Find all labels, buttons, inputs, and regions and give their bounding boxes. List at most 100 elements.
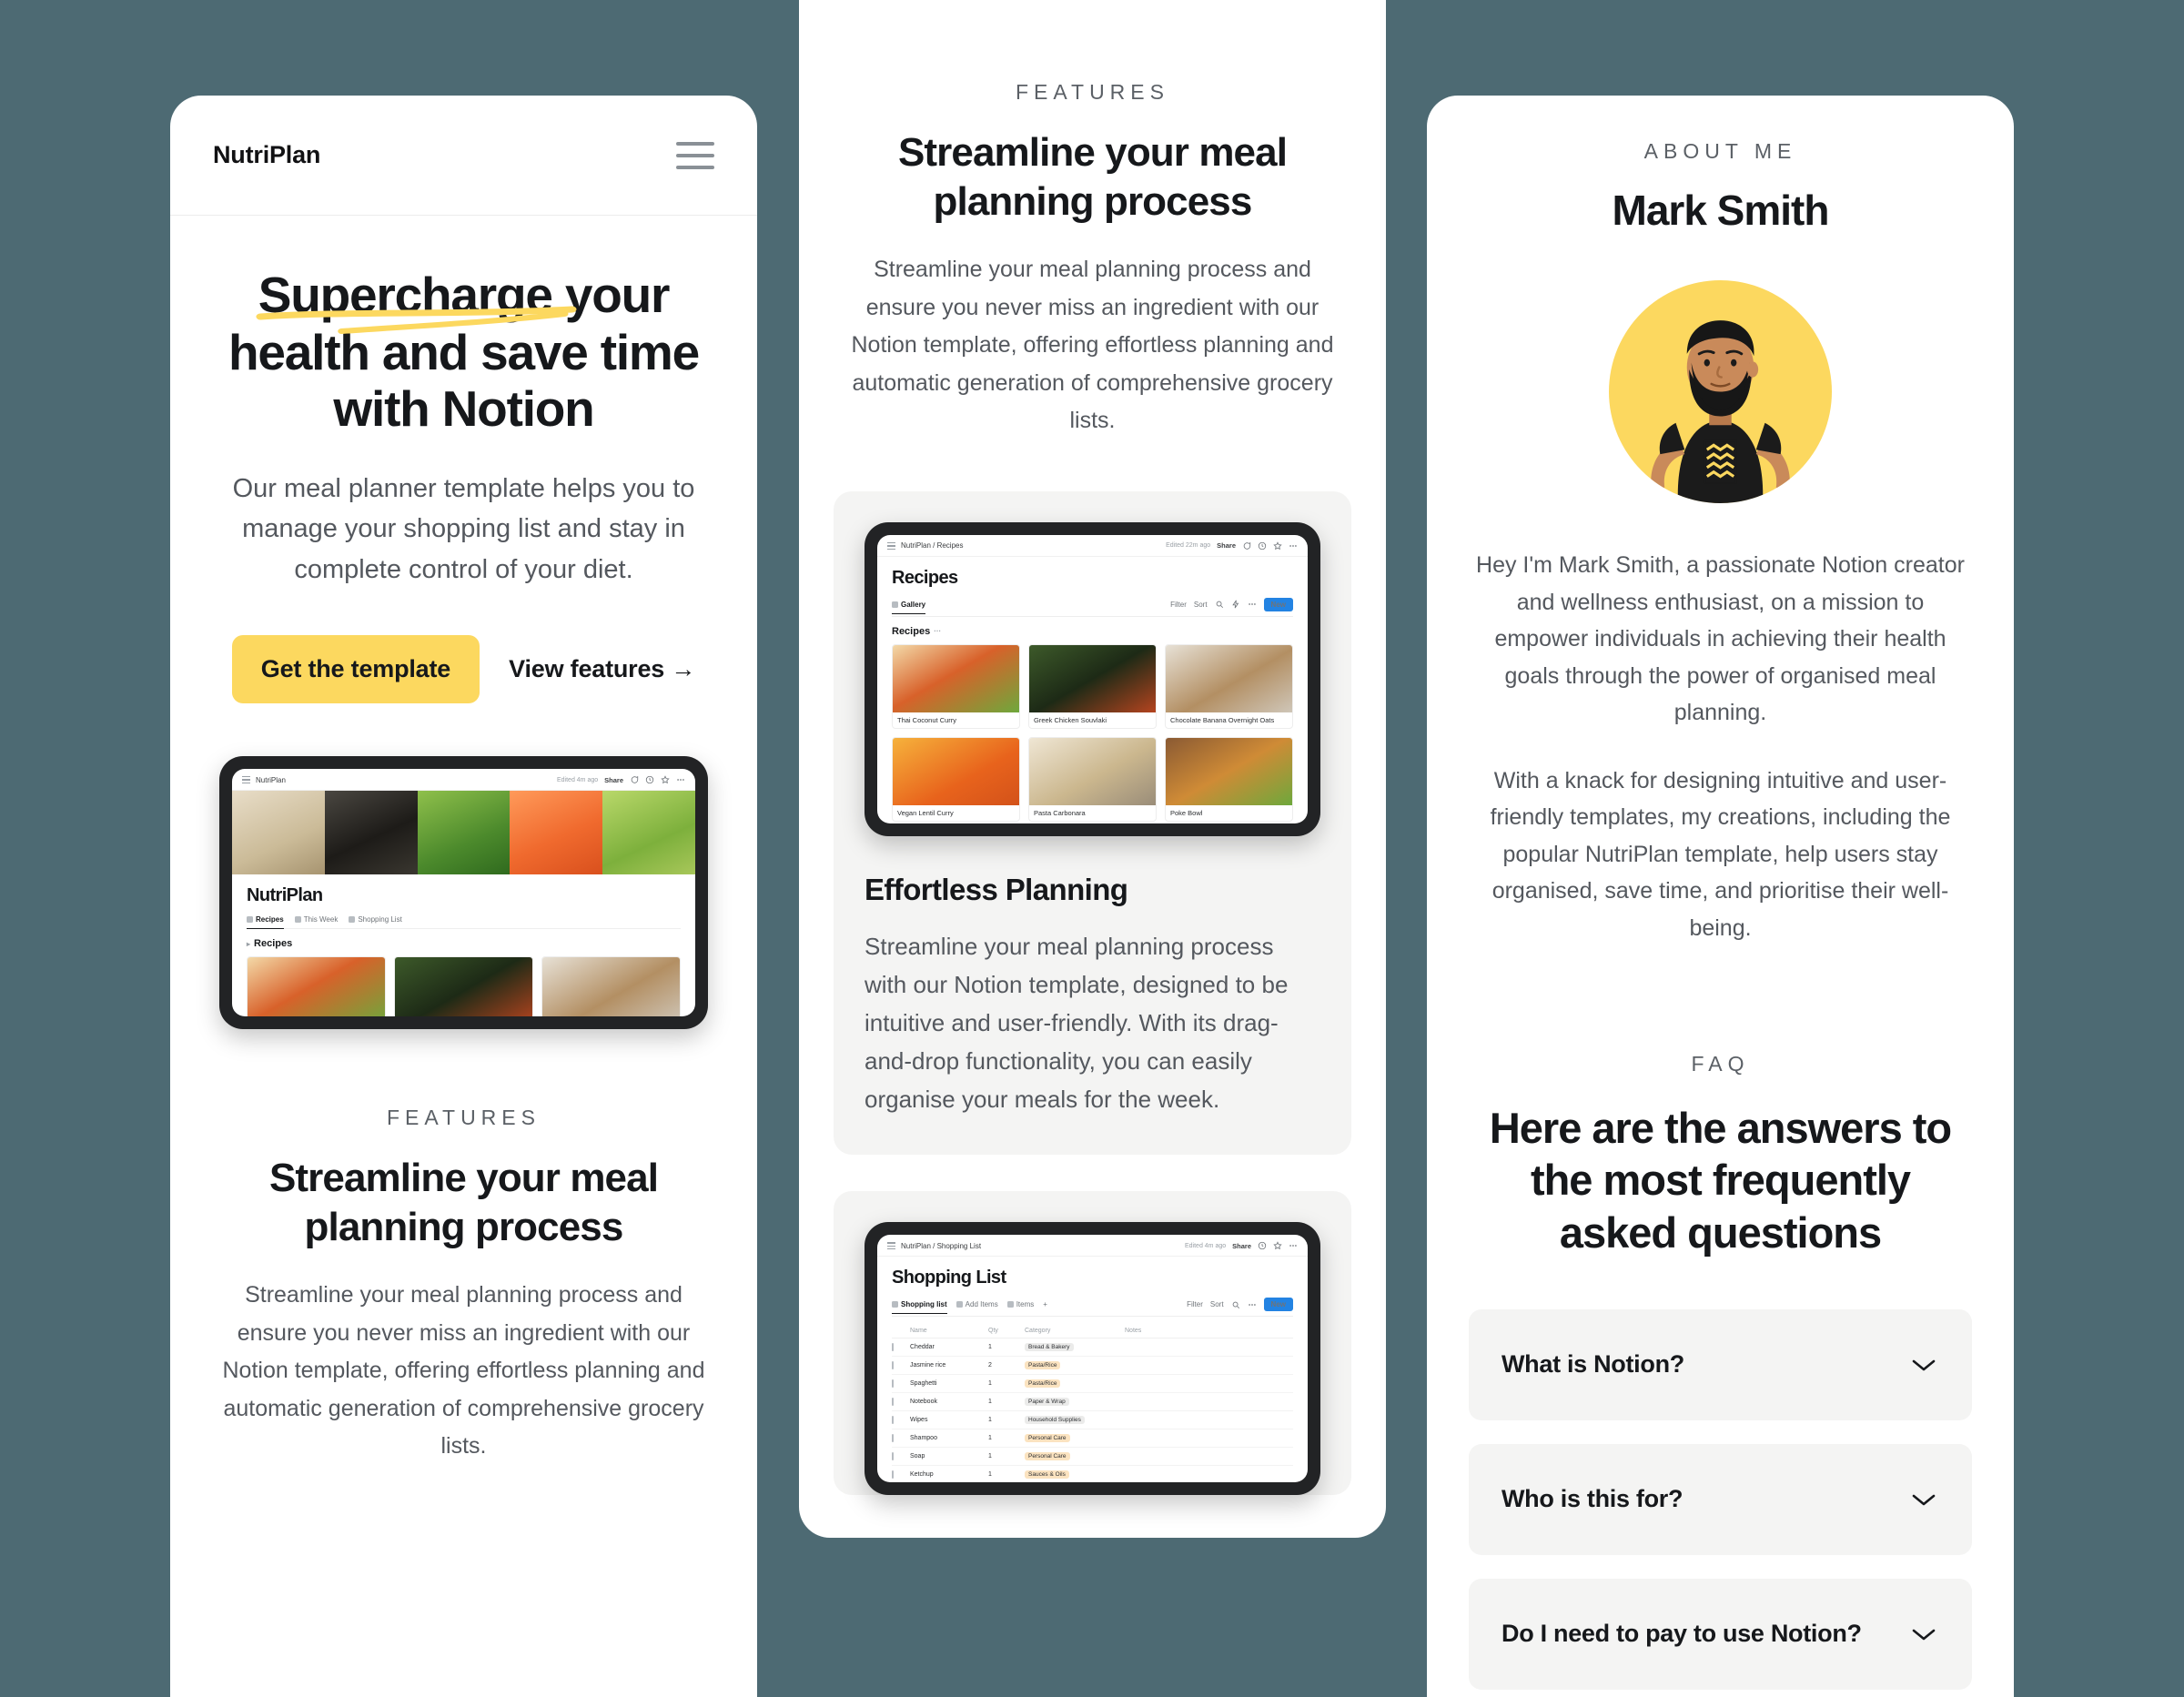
add-view-button[interactable]: + [1043,1300,1047,1308]
tab-add-items[interactable]: Add Items [956,1300,998,1308]
recipe-caption: Poke Bowl [1170,808,1203,817]
get-the-template-button[interactable]: Get the template [231,635,480,704]
column-name[interactable]: Name [910,1328,988,1334]
app-header: NutriPlan [170,96,757,216]
recipe-card[interactable]: Vegan Lentil Curry [892,736,1020,822]
tablet-mockup-recipes: NutriPlan / Recipes Edited 22m ago Share [864,521,1320,836]
sort-button[interactable]: Sort [1194,601,1208,609]
cell-category: Personal Care [1025,1434,1125,1443]
column-notes[interactable]: Notes [1125,1328,1207,1334]
recipe-thumbnail [1166,644,1292,712]
notion-section-label: Recipes ··· [892,625,942,637]
recipe-card[interactable]: Chocolate Banana Overnight Oats [541,956,681,1017]
cell-qty: 1 [988,1453,992,1460]
cell-name: Cheddar [910,1344,935,1351]
recipe-card[interactable]: Thai Coconut Curry [247,956,386,1017]
new-record-button[interactable]: New [1263,597,1293,611]
tab-items[interactable]: Items [1006,1300,1034,1308]
recipe-card[interactable]: Poke Bowl [1165,736,1293,822]
recipe-card[interactable]: Chocolate Banana Overnight Oats [1165,643,1293,729]
mobile-panel-home: NutriPlan Supercharge your health and sa… [170,96,757,1697]
hamburger-icon[interactable] [676,141,714,169]
comment-icon[interactable] [1242,541,1251,551]
star-icon[interactable] [1273,541,1282,551]
table-row[interactable]: Cheddar 1 Bread & Bakery [892,1338,1293,1358]
lightning-icon[interactable] [1231,600,1240,609]
more-options-icon[interactable] [1248,600,1257,609]
sort-button[interactable]: Sort [1210,1300,1224,1308]
faq-item[interactable]: What is Notion? [1469,1308,1972,1420]
star-icon[interactable] [1273,1241,1282,1250]
comment-icon[interactable] [630,775,639,784]
view-tab-gallery[interactable]: Gallery [892,601,926,614]
table-row[interactable]: Jasmine rice 2 Pasta/Rice [892,1357,1293,1376]
faq-item[interactable]: Who is this for? [1469,1443,1972,1555]
search-icon[interactable] [1231,1300,1240,1309]
cell-category: Household Supplies [1025,1416,1125,1425]
new-record-button[interactable]: New [1263,1298,1293,1312]
faq-item[interactable]: Do I need to pay to use Notion? [1469,1578,1972,1690]
notion-sidebar-icon[interactable] [242,776,250,784]
row-checkbox[interactable] [892,1470,894,1480]
row-checkbox[interactable] [892,1343,894,1352]
table-row[interactable]: Notebook 1 Paper & Wrap [892,1393,1293,1412]
features-body: Streamline your meal planning process an… [851,257,1334,434]
notion-share-button[interactable]: Share [1217,541,1236,550]
row-checkbox[interactable] [892,1434,894,1443]
cell-name: Jasmine rice [910,1362,946,1369]
recipe-card[interactable]: Thai Coconut Curry [892,643,1020,729]
tab-this-week[interactable]: This Week [294,915,338,924]
more-options-icon[interactable] [676,775,685,784]
notion-breadcrumb[interactable]: NutriPlan [256,776,286,784]
notion-share-button[interactable]: Share [1232,1242,1251,1250]
notion-sidebar-icon[interactable] [887,541,895,550]
notion-share-button[interactable]: Share [604,776,623,784]
row-checkbox[interactable] [892,1416,894,1425]
table-row[interactable]: Soap 1 Personal Care [892,1448,1293,1467]
cell-qty: 1 [988,1417,992,1424]
cell-name: Wipes [910,1417,928,1424]
cell-category: Paper & Wrap [1025,1398,1125,1407]
view-features-link[interactable]: View features → [509,655,695,683]
chevron-down-icon[interactable] [1908,1356,1939,1374]
feature-body: Streamline your meal planning process wi… [864,932,1289,1114]
clock-icon[interactable] [645,775,654,784]
cell-category: Pasta/Rice [1025,1379,1125,1389]
tab-shopping-list[interactable]: Shopping list [892,1300,947,1315]
hero-subtitle: Our meal planner template helps you to m… [232,474,695,584]
recipe-thumbnail [893,737,1019,805]
column-category[interactable]: Category [1025,1328,1125,1334]
clock-icon[interactable] [1258,541,1267,551]
star-icon[interactable] [661,775,670,784]
faq-eyebrow: FAQ [1691,1052,1750,1076]
tab-recipes[interactable]: Recipes [247,915,284,930]
filter-button[interactable]: Filter [1187,1300,1203,1308]
more-options-icon[interactable] [1289,541,1298,551]
column-qty[interactable]: Qty [988,1328,1025,1334]
table-row[interactable]: Ketchup 1 Sauces & Oils [892,1466,1293,1482]
recipe-thumbnail [1029,737,1156,805]
table-row[interactable]: Shampoo 1 Personal Care [892,1429,1293,1449]
row-checkbox[interactable] [892,1379,894,1389]
row-checkbox[interactable] [892,1452,894,1461]
search-icon[interactable] [1215,600,1224,609]
table-row[interactable]: Spaghetti 1 Pasta/Rice [892,1375,1293,1394]
recipe-card[interactable]: Greek Chicken Souvlaki [1028,643,1157,729]
clock-icon[interactable] [1258,1241,1267,1250]
row-checkbox[interactable] [892,1361,894,1370]
more-options-icon[interactable] [1289,1241,1298,1250]
notion-breadcrumb[interactable]: NutriPlan / Shopping List [901,1242,981,1250]
row-checkbox[interactable] [892,1398,894,1407]
table-row[interactable]: Wipes 1 Household Supplies [892,1411,1293,1430]
recipe-card[interactable]: Pasta Carbonara [1028,736,1157,822]
chevron-down-icon[interactable] [1908,1625,1939,1643]
cell-name: Shampoo [910,1435,937,1442]
brand-logo[interactable]: NutriPlan [213,141,320,169]
chevron-down-icon[interactable] [1908,1490,1939,1509]
tab-shopping-list[interactable]: Shopping List [349,915,402,924]
notion-sidebar-icon[interactable] [887,1242,895,1250]
notion-breadcrumb[interactable]: NutriPlan / Recipes [901,541,963,550]
recipe-card[interactable]: Greek Chicken Souvlaki [394,956,533,1017]
filter-button[interactable]: Filter [1170,601,1187,609]
more-options-icon[interactable] [1248,1300,1257,1309]
